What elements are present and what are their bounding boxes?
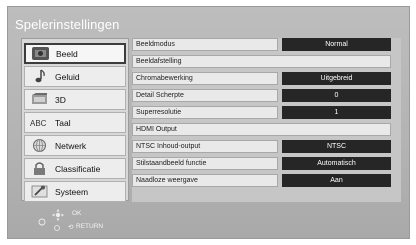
sidebar-item-label: 3D [55, 94, 66, 105]
sidebar-item-label: Classificatie [55, 163, 101, 174]
setting-label: Superresolutie [132, 106, 278, 119]
setting-value[interactable]: Normal [282, 38, 391, 51]
setting-row-hdmi-output[interactable]: HDMI Output [132, 123, 401, 136]
ok-hint: OK [72, 210, 82, 217]
setting-label: Naadloze weergave [132, 174, 278, 187]
sidebar-item-label: Systeem [55, 186, 89, 197]
setting-label: Chromabewerking [132, 72, 278, 85]
return-arrow-icon: ⟲ [68, 224, 74, 231]
sidebar-item-label: Geluid [55, 71, 80, 82]
abc-language-icon: ABC [30, 115, 49, 130]
sidebar-item-beeld[interactable]: Beeld [24, 43, 126, 64]
system-tools-icon [30, 184, 49, 199]
footer-controls: OK ⟲ RETURN [36, 205, 146, 233]
sidebar-item-label: Beeld [56, 48, 78, 59]
svg-text:ABC: ABC [30, 119, 47, 128]
setting-row-superresolutie[interactable]: Superresolutie 1 [132, 106, 401, 119]
category-sidebar: Beeld Geluid 3D ABC Taal Netwerk Classif… [21, 38, 129, 202]
setting-value[interactable]: 1 [282, 106, 391, 119]
setting-row-beeldafstelling[interactable]: Beeldafstelling [132, 55, 401, 68]
setting-label: Beeldmodus [132, 38, 278, 51]
setting-label: NTSC Inhoud-output [132, 140, 278, 153]
setting-label: HDMI Output [132, 123, 391, 136]
sidebar-item-classificatie[interactable]: Classificatie [24, 158, 126, 179]
3d-glasses-icon [30, 92, 49, 107]
sidebar-item-netwerk[interactable]: Netwerk [24, 135, 126, 156]
sidebar-item-3d[interactable]: 3D [24, 89, 126, 110]
dpad-icon [36, 205, 70, 238]
return-hint: RETURN [76, 223, 104, 230]
setting-label: Stilstaandbeeld functie [132, 157, 278, 170]
settings-panel: Beeldmodus Normal Beeldafstelling Chroma… [132, 38, 401, 202]
setting-row-detail-scherpte[interactable]: Detail Scherpte 0 [132, 89, 401, 102]
setting-value[interactable]: Uitgebreid [282, 72, 391, 85]
sidebar-item-label: Netwerk [55, 140, 87, 151]
setting-label: Beeldafstelling [132, 55, 391, 68]
sidebar-item-geluid[interactable]: Geluid [24, 66, 126, 87]
setting-value[interactable]: Aan [282, 174, 391, 187]
setting-row-stilstaandbeeld-functie[interactable]: Stilstaandbeeld functie Automatisch [132, 157, 401, 170]
setting-row-ntsc-inhoud-output[interactable]: NTSC Inhoud-output NTSC [132, 140, 401, 153]
setting-value[interactable]: 0 [282, 89, 391, 102]
lock-icon [30, 161, 49, 176]
setting-row-beeldmodus[interactable]: Beeldmodus Normal [132, 38, 401, 51]
sidebar-item-label: Taal [55, 117, 71, 128]
setting-label: Detail Scherpte [132, 89, 278, 102]
setting-row-naadloze-weergave[interactable]: Naadloze weergave Aan [132, 174, 401, 187]
film-icon [31, 46, 50, 61]
music-note-icon [30, 69, 49, 84]
setting-value[interactable]: Automatisch [282, 157, 391, 170]
setting-value[interactable]: NTSC [282, 140, 391, 153]
setting-row-chromabewerking[interactable]: Chromabewerking Uitgebreid [132, 72, 401, 85]
network-icon [30, 138, 49, 153]
sidebar-item-taal[interactable]: ABC Taal [24, 112, 126, 133]
page-title: Spelerinstellingen [15, 17, 120, 32]
sidebar-item-systeem[interactable]: Systeem [24, 181, 126, 202]
settings-screen: Spelerinstellingen Beeld Geluid 3D ABC T… [7, 6, 410, 239]
